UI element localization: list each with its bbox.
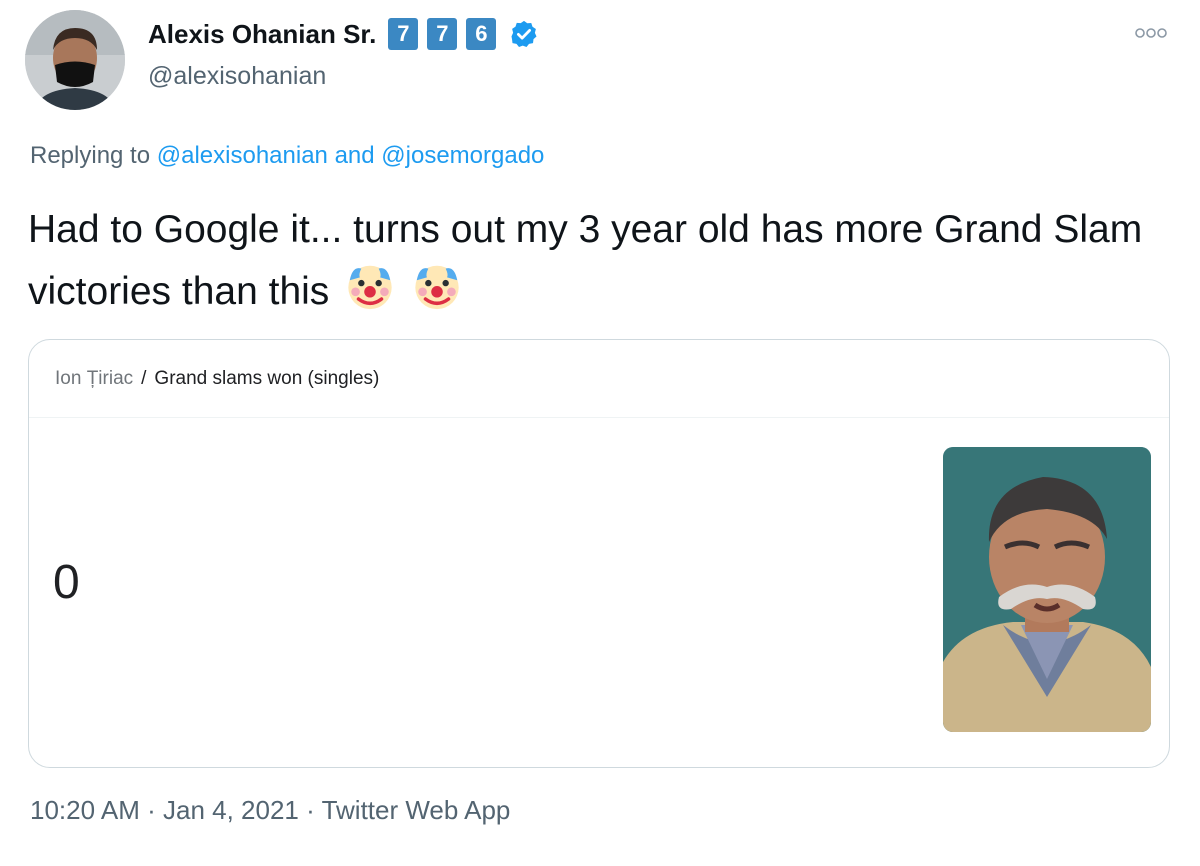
mention-link[interactable]: @josemorgado (381, 142, 544, 169)
separator-dot: · (147, 795, 156, 825)
breadcrumb-entity: Ion Țiriac (55, 367, 134, 389)
replying-to: Replying to @alexisohanian and @josemorg… (30, 142, 544, 170)
author-name[interactable]: Alexis Ohanian Sr. (148, 19, 376, 50)
keycap-7-emoji: 7 (388, 18, 419, 50)
clown-face-icon (348, 265, 392, 310)
card-breadcrumb: Ion Țiriac / Grand slams won (singles) (29, 340, 1169, 418)
keycap-7-emoji: 7 (427, 18, 458, 50)
author-avatar[interactable] (25, 10, 125, 110)
breadcrumb-attribute: Grand slams won (singles) (154, 367, 380, 389)
answer-value: 0 (53, 556, 80, 609)
replying-conjunction: and (334, 142, 375, 169)
more-options-icon[interactable] (1134, 26, 1168, 40)
author-name-row: Alexis Ohanian Sr. 7 7 6 (148, 18, 539, 50)
tweet-date[interactable]: Jan 4, 2021 (163, 795, 299, 825)
mention-link[interactable]: @alexisohanian (157, 142, 328, 169)
separator-dot: · (306, 795, 315, 825)
portrait-image (943, 447, 1151, 732)
breadcrumb-separator: / (141, 367, 147, 389)
verified-badge-icon (511, 20, 537, 47)
tweet-client[interactable]: Twitter Web App (322, 795, 511, 825)
clown-face-icon (415, 265, 459, 310)
author-handle[interactable]: @alexisohanian (148, 62, 326, 91)
replying-prefix: Replying to (30, 142, 151, 169)
avatar-image (25, 10, 125, 110)
attached-image-card[interactable]: Ion Țiriac / Grand slams won (singles) 0 (28, 339, 1170, 768)
person-photo (943, 447, 1151, 732)
tweet-body: Had to Google it... turns out my 3 year … (28, 208, 1143, 313)
tweet-text: Had to Google it... turns out my 3 year … (28, 200, 1158, 322)
keycap-6-emoji: 6 (466, 18, 497, 50)
tweet-metadata: 10:20 AM · Jan 4, 2021 · Twitter Web App (30, 795, 510, 826)
tweet-time[interactable]: 10:20 AM (30, 795, 140, 825)
